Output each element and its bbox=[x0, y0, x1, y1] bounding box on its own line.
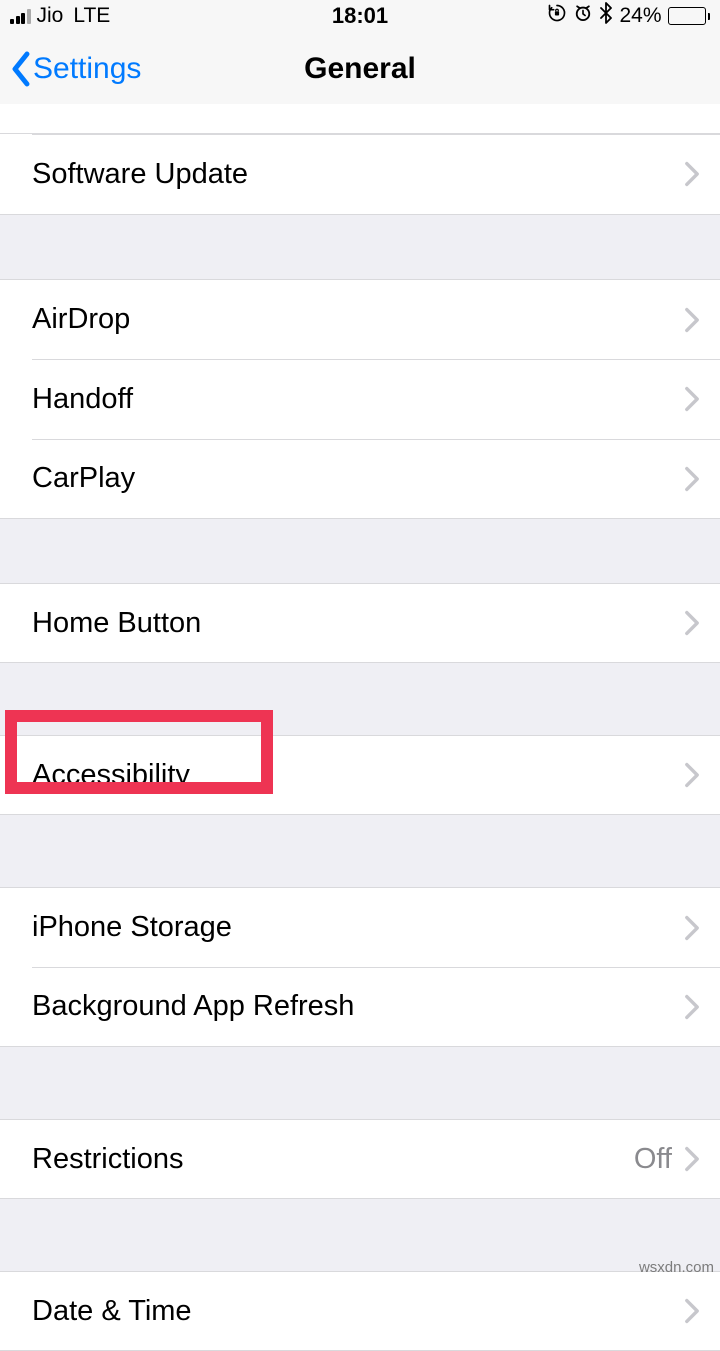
row-label: iPhone Storage bbox=[32, 911, 232, 944]
alarm-icon bbox=[573, 3, 593, 29]
status-time: 18:01 bbox=[332, 3, 388, 29]
back-button[interactable]: Settings bbox=[10, 51, 141, 87]
chevron-right-icon bbox=[684, 994, 700, 1020]
row-carplay[interactable]: CarPlay bbox=[0, 439, 720, 519]
status-right: 24% bbox=[547, 2, 710, 30]
nav-bar: Settings General bbox=[0, 32, 720, 106]
carrier-label: Jio bbox=[37, 4, 64, 28]
row-value: Off bbox=[634, 1143, 672, 1176]
row-background-refresh[interactable]: Background App Refresh bbox=[0, 967, 720, 1047]
chevron-right-icon bbox=[684, 307, 700, 333]
row-label: Restrictions bbox=[32, 1143, 184, 1176]
chevron-right-icon bbox=[684, 762, 700, 788]
chevron-left-icon bbox=[10, 51, 32, 87]
orientation-lock-icon bbox=[547, 3, 567, 29]
row-handoff[interactable]: Handoff bbox=[0, 359, 720, 439]
row-software-update[interactable]: Software Update bbox=[0, 134, 720, 214]
row-airdrop[interactable]: AirDrop bbox=[0, 279, 720, 359]
chevron-right-icon bbox=[684, 386, 700, 412]
row-label: Date & Time bbox=[32, 1295, 192, 1328]
row-label: Handoff bbox=[32, 383, 133, 416]
status-bar: Jio LTE 18:01 24% bbox=[0, 0, 720, 32]
signal-icon bbox=[10, 8, 31, 24]
row-date-time[interactable]: Date & Time bbox=[0, 1271, 720, 1351]
row-label: Accessibility bbox=[32, 759, 190, 792]
row-iphone-storage[interactable]: iPhone Storage bbox=[0, 887, 720, 967]
chevron-right-icon bbox=[684, 1146, 700, 1172]
row-label: Home Button bbox=[32, 607, 201, 640]
back-label: Settings bbox=[33, 52, 141, 86]
row-about-partial[interactable] bbox=[0, 104, 720, 134]
row-label: Software Update bbox=[32, 158, 248, 191]
bluetooth-icon bbox=[599, 2, 613, 30]
status-left: Jio LTE bbox=[10, 4, 110, 28]
battery-percent: 24% bbox=[619, 4, 661, 28]
page-title: General bbox=[304, 52, 416, 86]
chevron-right-icon bbox=[684, 915, 700, 941]
settings-list[interactable]: Software Update AirDrop Handoff CarPlay … bbox=[0, 104, 720, 1351]
network-label: LTE bbox=[73, 4, 110, 28]
row-label: AirDrop bbox=[32, 303, 130, 336]
chevron-right-icon bbox=[684, 466, 700, 492]
watermark: wsxdn.com bbox=[639, 1259, 714, 1276]
row-accessibility[interactable]: Accessibility bbox=[0, 735, 720, 815]
row-label: Background App Refresh bbox=[32, 990, 354, 1023]
row-label: CarPlay bbox=[32, 462, 135, 495]
chevron-right-icon bbox=[684, 610, 700, 636]
chevron-right-icon bbox=[684, 1298, 700, 1324]
row-restrictions[interactable]: Restrictions Off bbox=[0, 1119, 720, 1199]
chevron-right-icon bbox=[684, 161, 700, 187]
row-home-button[interactable]: Home Button bbox=[0, 583, 720, 663]
battery-icon bbox=[668, 7, 711, 25]
